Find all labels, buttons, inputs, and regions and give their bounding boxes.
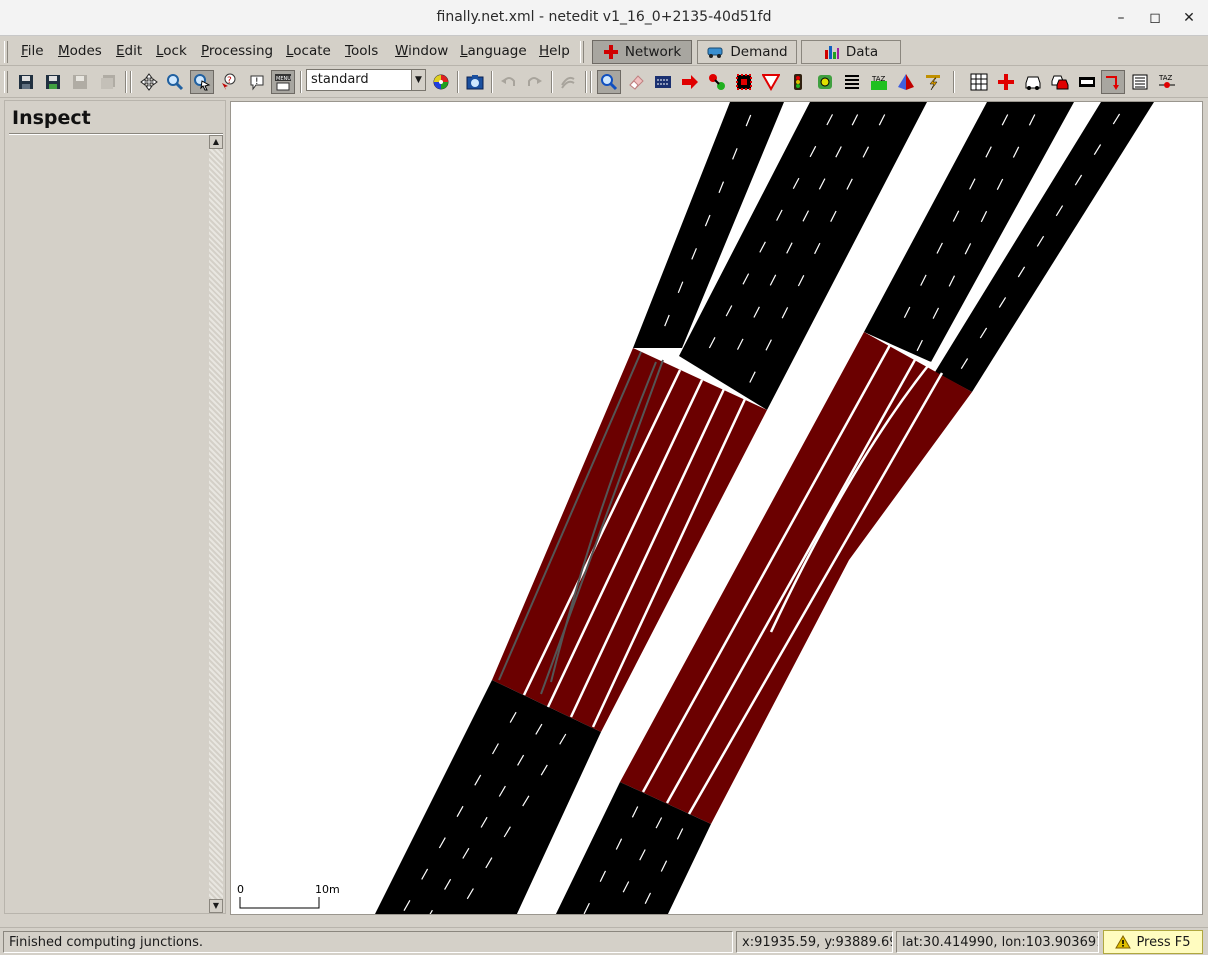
mode-network-label: Network — [624, 44, 682, 60]
mode-data-button[interactable]: Data — [801, 40, 901, 64]
view-menu-icon[interactable]: MENU — [271, 70, 295, 94]
mode-demand-button[interactable]: Demand — [697, 40, 797, 64]
title-bar: finally.net.xml - netedit v1_16_0+2135-4… — [0, 0, 1208, 36]
menu-locate[interactable]: Locate — [286, 43, 331, 59]
status-bar: Finished computing junctions. x:91935.59… — [0, 927, 1208, 955]
status-geo-coordinates: lat:30.414990, lon:103.903691 — [896, 931, 1099, 953]
menu-file[interactable]: File — [21, 43, 44, 59]
svg-text:!: ! — [255, 77, 259, 87]
scale-bar: 0 10m — [237, 883, 347, 911]
traffic-vehicles-icon[interactable] — [1048, 70, 1072, 94]
overhead-wire-mode-icon[interactable] — [921, 70, 945, 94]
select-cursor-icon[interactable] — [190, 70, 214, 94]
toolbar-separator — [953, 71, 955, 93]
menu-bar: File Modes Edit Lock Processing Locate T… — [0, 37, 1208, 66]
inspect-panel: Inspect ▲ ▼ — [4, 100, 226, 914]
press-f5-label: Press F5 — [1136, 934, 1191, 950]
toolbar-separator — [300, 71, 302, 93]
move-icon[interactable] — [137, 70, 161, 94]
toolbar-separator — [130, 71, 132, 93]
menubar-grip[interactable] — [4, 41, 8, 63]
maximize-icon[interactable]: ◻ — [1145, 8, 1165, 28]
taz-mode-icon[interactable]: TAZ — [867, 70, 891, 94]
save-all-icon[interactable] — [96, 70, 120, 94]
crossing-mode-icon[interactable] — [732, 70, 756, 94]
scheme-select[interactable]: standard ▼ — [306, 69, 426, 91]
mode-network-button[interactable]: Network — [592, 40, 692, 64]
delete-mode-icon[interactable] — [624, 70, 648, 94]
attributes-icon[interactable] — [1128, 70, 1152, 94]
taz-icon[interactable]: TAZ — [1155, 70, 1179, 94]
menu-help[interactable]: Help — [539, 43, 570, 59]
toolbar-grip[interactable] — [4, 71, 8, 93]
data-mode-icon — [824, 46, 839, 59]
toolbar-separator — [590, 71, 592, 93]
inspect-help-icon[interactable]: ? — [217, 70, 241, 94]
vehicles-icon[interactable] — [1021, 70, 1045, 94]
svg-text:?: ? — [227, 76, 232, 86]
redo-icon[interactable] — [523, 70, 547, 94]
merge-junctions-icon[interactable] — [1075, 70, 1099, 94]
chevron-down-icon[interactable]: ▼ — [411, 70, 425, 90]
scroll-up-icon[interactable]: ▲ — [209, 135, 223, 149]
inspect-heading: Inspect — [12, 107, 91, 129]
menu-edit[interactable]: Edit — [116, 43, 142, 59]
toolbar-separator — [125, 71, 127, 93]
mode-demand-label: Demand — [730, 44, 788, 60]
status-coordinates: x:91935.59, y:93889.69 — [736, 931, 893, 953]
undo-icon[interactable] — [496, 70, 520, 94]
grid-icon[interactable] — [967, 70, 991, 94]
svg-text:TAZ: TAZ — [1158, 74, 1173, 82]
save-additionals-icon[interactable] — [68, 70, 92, 94]
inspect-divider — [9, 133, 223, 135]
network-canvas[interactable] — [230, 101, 1203, 915]
modes-grip[interactable] — [580, 41, 584, 63]
toolbar-separator — [551, 71, 553, 93]
move-mode-icon[interactable] — [678, 70, 702, 94]
lanes-mode-icon[interactable] — [840, 70, 864, 94]
connection-mode-icon[interactable] — [705, 70, 729, 94]
demand-mode-icon — [707, 47, 723, 58]
close-icon[interactable]: ✕ — [1179, 8, 1199, 28]
additional-mode-icon[interactable] — [813, 70, 837, 94]
save-network-icon[interactable] — [14, 70, 38, 94]
status-message: Finished computing junctions. — [3, 931, 733, 953]
polygon-mode-icon[interactable] — [894, 70, 918, 94]
mode-data-label: Data — [845, 44, 879, 60]
warning-icon — [1115, 935, 1132, 949]
color-wheel-icon[interactable] — [429, 70, 453, 94]
svg-text:MENU: MENU — [276, 76, 291, 82]
window-title: finally.net.xml - netedit v1_16_0+2135-4… — [436, 9, 772, 25]
menu-lock[interactable]: Lock — [156, 43, 187, 59]
minimize-icon[interactable]: – — [1111, 8, 1131, 28]
toolbar-separator — [585, 71, 587, 93]
inspect-scrollbar[interactable]: ▲ ▼ — [209, 135, 223, 913]
menu-processing[interactable]: Processing — [201, 43, 273, 59]
toolbar: ? ! MENU TAZ TAZ — [0, 67, 1208, 98]
menu-tools[interactable]: Tools — [345, 43, 378, 59]
about-icon[interactable]: ! — [245, 70, 269, 94]
lane-spread-icon[interactable] — [1101, 70, 1125, 94]
zoom-icon[interactable] — [163, 70, 187, 94]
menu-window[interactable]: Window — [395, 43, 448, 59]
scroll-down-icon[interactable]: ▼ — [209, 899, 223, 913]
svg-text:TAZ: TAZ — [871, 75, 886, 83]
junction-shape-icon[interactable] — [994, 70, 1018, 94]
press-f5-button[interactable]: Press F5 — [1103, 930, 1203, 954]
toolbar-separator — [491, 71, 493, 93]
recompute-icon[interactable] — [556, 70, 580, 94]
inspect-mode-icon[interactable] — [597, 70, 621, 94]
select-mode-icon[interactable] — [651, 70, 675, 94]
toolbar-separator — [457, 71, 459, 93]
network-view[interactable] — [231, 102, 1203, 915]
traffic-light-mode-icon[interactable] — [786, 70, 810, 94]
prohibition-mode-icon[interactable] — [759, 70, 783, 94]
menu-language[interactable]: Language — [460, 43, 527, 59]
scale-line — [239, 897, 320, 909]
network-mode-icon — [603, 45, 618, 59]
menu-modes[interactable]: Modes — [58, 43, 102, 59]
screenshot-icon[interactable] — [463, 70, 487, 94]
scheme-select-value: standard — [311, 72, 369, 87]
save-as-icon[interactable] — [41, 70, 65, 94]
